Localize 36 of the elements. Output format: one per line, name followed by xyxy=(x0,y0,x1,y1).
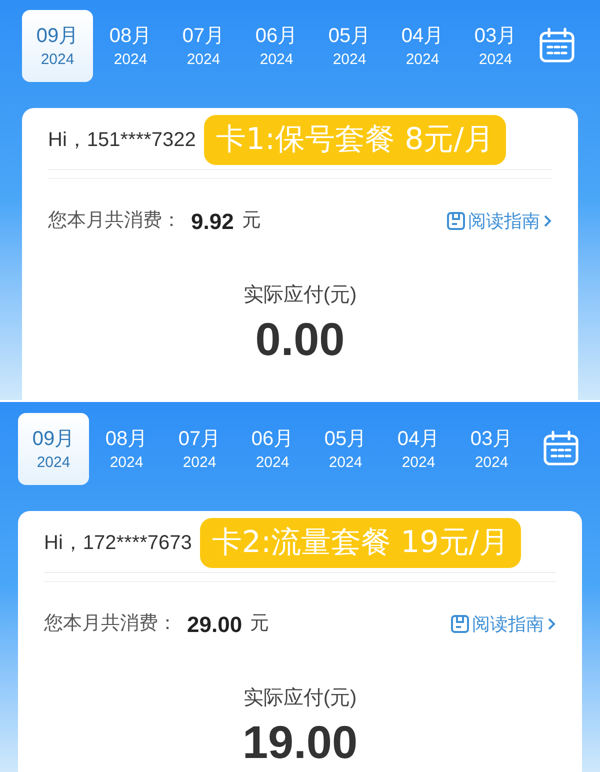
month-tab[interactable]: 06月 2024 xyxy=(241,10,312,82)
greeting-text: Hi，151****7322 xyxy=(48,128,196,152)
document-icon xyxy=(446,211,466,231)
month-tab[interactable]: 03月 2024 xyxy=(456,413,527,485)
greeting-text: Hi，172****7673 xyxy=(44,530,192,556)
calendar-icon[interactable] xyxy=(542,430,580,468)
currency-unit: 元 xyxy=(250,612,270,636)
payable-amount: 19.00 xyxy=(242,716,358,768)
guide-link[interactable]: 阅读指南 xyxy=(446,208,552,234)
spend-amount: 9.92 xyxy=(191,208,234,236)
document-icon xyxy=(450,614,470,634)
month-tab[interactable]: 05月 2024 xyxy=(314,10,385,82)
month-tab[interactable]: 05月 2024 xyxy=(310,413,381,485)
month-tab[interactable]: 08月 2024 xyxy=(95,10,166,82)
chevron-right-icon xyxy=(542,214,552,228)
month-tab[interactable]: 09月 2024 xyxy=(22,10,93,82)
plan-badge: 卡2:流量套餐 19元/月 xyxy=(200,518,521,568)
payable-label: 实际应付(元) xyxy=(243,687,357,709)
spend-label: 您本月共消费： xyxy=(44,612,177,636)
month-tab[interactable]: 07月 2024 xyxy=(164,413,235,485)
month-tab[interactable]: 04月 2024 xyxy=(387,10,458,82)
month-tab[interactable]: 08月 2024 xyxy=(91,413,162,485)
spend-label: 您本月共消费： xyxy=(48,208,181,233)
guide-link[interactable]: 阅读指南 xyxy=(450,610,556,638)
calendar-icon[interactable] xyxy=(538,27,576,65)
month-tab[interactable]: 03月 2024 xyxy=(460,10,531,82)
month-tab[interactable]: 06月 2024 xyxy=(237,413,308,485)
spend-amount: 29.00 xyxy=(187,610,242,638)
plan-badge: 卡1:保号套餐 8元/月 xyxy=(204,114,506,164)
month-tab[interactable]: 09月 2024 xyxy=(18,413,89,485)
month-tab[interactable]: 04月 2024 xyxy=(383,413,454,485)
payable-amount: 0.00 xyxy=(255,313,345,365)
chevron-right-icon xyxy=(546,617,556,631)
month-tab[interactable]: 07月 2024 xyxy=(168,10,239,82)
payable-label: 实际应付(元) xyxy=(243,284,357,306)
currency-unit: 元 xyxy=(242,208,261,233)
